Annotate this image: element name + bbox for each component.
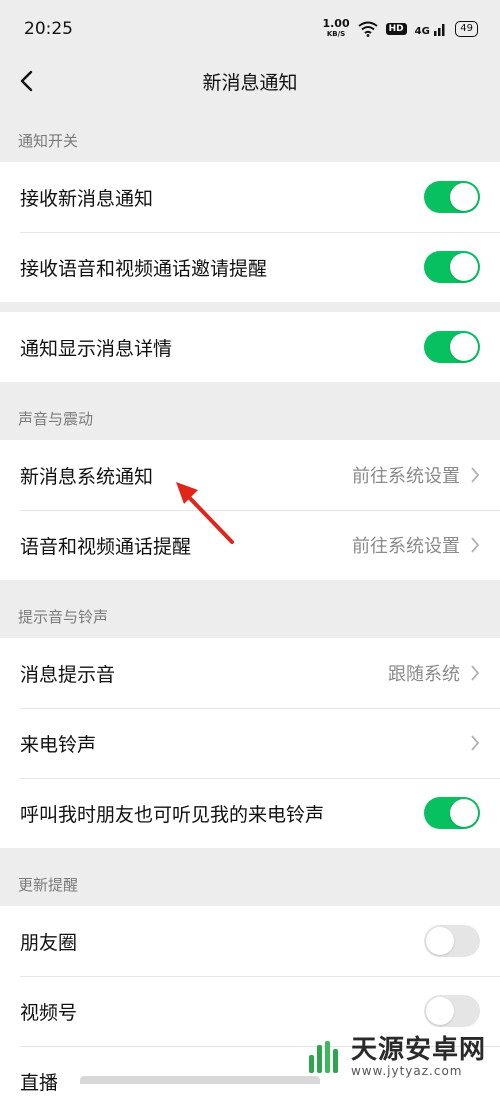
row-label: 接收新消息通知 (20, 187, 154, 210)
watermark-name: 天源安卓网 (350, 1035, 486, 1065)
toggle-receive-new-message[interactable] (424, 181, 480, 213)
row-label: 新消息系统通知 (20, 465, 154, 488)
section-header-sound-vibration: 声音与震动 (18, 410, 94, 428)
chevron-right-icon (471, 537, 480, 553)
net-speed: 1.00 KB/S (322, 17, 350, 38)
toggle-receive-call-invite[interactable] (424, 251, 480, 283)
battery-icon: 49 (455, 21, 478, 37)
row-label: 来电铃声 (20, 733, 97, 756)
row-value: 前往系统设置 (352, 466, 460, 487)
group-show-detail: 通知显示消息详情 (0, 312, 500, 382)
chevron-right-icon (471, 735, 480, 751)
row-call-remind[interactable]: 语音和视频通话提醒 前往系统设置 (0, 510, 500, 580)
row-label: 语音和视频通话提醒 (20, 535, 192, 558)
watermark: 天源安卓网 www.jytyaz.com (305, 1036, 486, 1078)
group-update-reminder: 朋友圈 视频号 直播 (0, 906, 500, 1116)
row-friends-hear-ringtone: 呼叫我时朋友也可听见我的来电铃声 (0, 778, 500, 848)
section-header-notify-switch: 通知开关 (18, 132, 79, 150)
hd-badge: HD (385, 23, 407, 35)
chevron-right-icon (471, 665, 480, 681)
group-notify-switch: 接收新消息通知 接收语音和视频通话邀请提醒 (0, 162, 500, 302)
row-value: 跟随系统 (388, 664, 460, 685)
page-title: 新消息通知 (202, 71, 298, 94)
chevron-right-icon (471, 467, 480, 483)
row-label: 直播 (20, 1071, 59, 1094)
row-system-notify[interactable]: 新消息系统通知 前往系统设置 (0, 440, 500, 510)
row-label: 呼叫我时朋友也可听见我的来电铃声 (20, 803, 325, 826)
row-receive-new-message: 接收新消息通知 (0, 162, 500, 232)
nav-bar: 新消息通知 (0, 58, 500, 104)
row-message-tone[interactable]: 消息提示音 跟随系统 (0, 638, 500, 708)
toggle-show-detail[interactable] (424, 331, 480, 363)
back-arrow-icon[interactable] (14, 66, 42, 96)
toggle-moments[interactable] (424, 925, 480, 957)
row-show-detail: 通知显示消息详情 (0, 312, 500, 382)
toggle-friends-hear-ringtone[interactable] (424, 797, 480, 829)
home-indicator (80, 1076, 320, 1084)
row-label: 视频号 (20, 1001, 78, 1024)
signal-icon: 4G (415, 22, 448, 37)
row-receive-call-invite: 接收语音和视频通话邀请提醒 (0, 232, 500, 302)
status-time: 20:25 (24, 19, 73, 39)
group-tones: 消息提示音 跟随系统 来电铃声 呼叫我时朋友也可听见我的来电铃声 (0, 638, 500, 848)
section-header-update-reminder: 更新提醒 (18, 876, 79, 894)
status-icons: 1.00 KB/S HD 4G 49 (322, 17, 478, 39)
section-header-tones: 提示音与铃声 (18, 608, 109, 626)
row-moments: 朋友圈 (0, 906, 500, 976)
row-ringtone[interactable]: 来电铃声 (0, 708, 500, 778)
watermark-logo-icon (308, 1041, 338, 1073)
row-label: 消息提示音 (20, 663, 116, 686)
group-sound-vibration: 新消息系统通知 前往系统设置 语音和视频通话提醒 前往系统设置 (0, 440, 500, 580)
watermark-url: www.jytyaz.com (350, 1064, 463, 1078)
row-label: 朋友圈 (20, 931, 78, 954)
row-value: 前往系统设置 (352, 536, 460, 557)
wifi-icon (357, 21, 378, 37)
row-label: 通知显示消息详情 (20, 337, 173, 360)
row-label: 接收语音和视频通话邀请提醒 (20, 257, 268, 280)
toggle-channels[interactable] (424, 995, 480, 1027)
status-bar: 20:25 1.00 KB/S HD 4G 49 (0, 0, 500, 58)
